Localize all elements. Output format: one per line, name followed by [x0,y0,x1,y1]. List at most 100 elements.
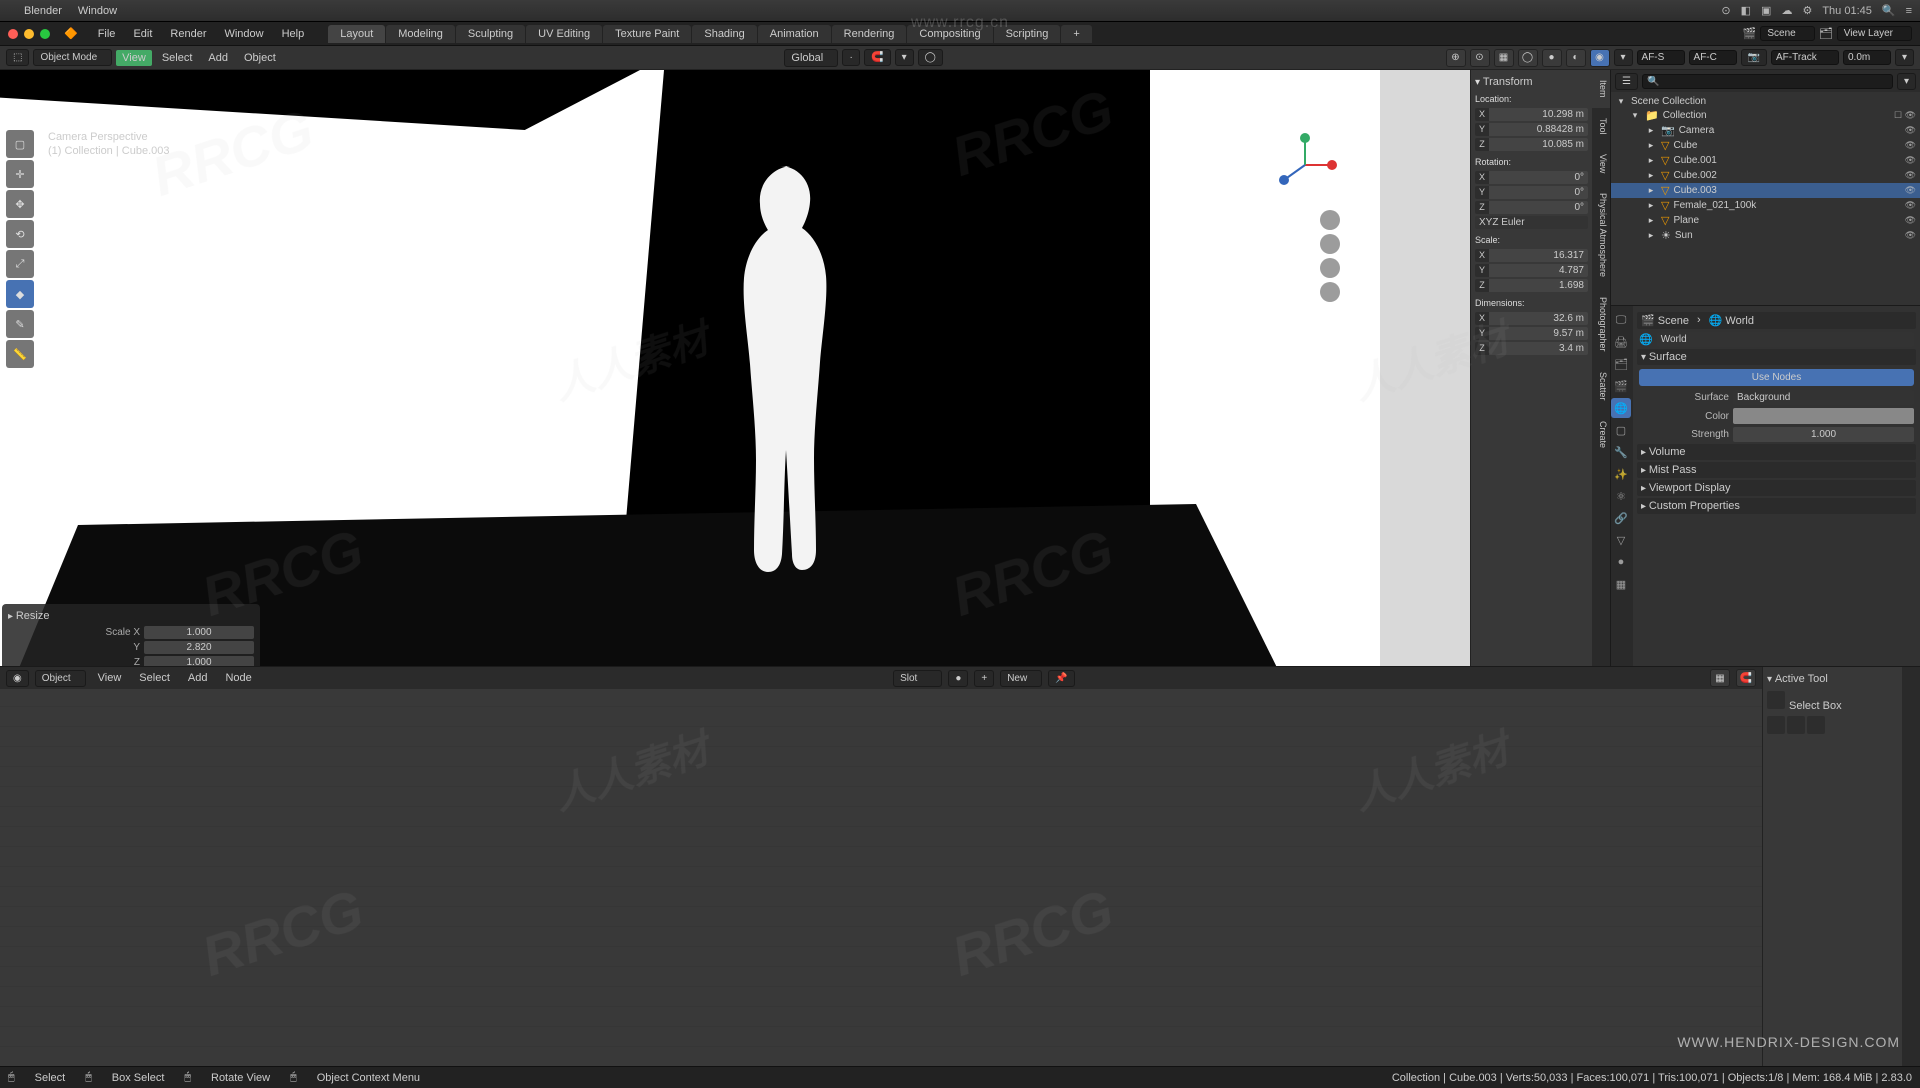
tree-camera[interactable]: ▸📷Camera👁 [1611,123,1920,138]
window-menu[interactable]: Window [216,25,271,43]
scale-x-field[interactable]: 1.000 [144,626,254,639]
zoom-icon[interactable] [1320,210,1340,230]
gizmo-toggle[interactable]: ⊕ [1446,49,1466,67]
scale-z-field-n[interactable]: 1.698 [1489,279,1588,292]
pan-icon[interactable] [1320,234,1340,254]
af-track-field[interactable]: AF-Track [1771,50,1839,65]
tab-uv-editing[interactable]: UV Editing [526,25,602,43]
prop-tab-physics[interactable]: ⚛ [1611,486,1631,506]
outliner-search-input[interactable] [1642,74,1893,89]
status-icon[interactable]: 🔍 [1882,4,1896,17]
file-menu[interactable]: File [90,25,124,43]
node-sidebar-tabs[interactable] [1902,667,1920,1066]
status-icon[interactable]: ☁ [1781,4,1792,17]
rot-x-field[interactable]: 0° [1489,171,1588,184]
scale-tool[interactable]: ⤢ [6,250,34,278]
tab-add[interactable]: + [1061,25,1091,43]
cam-icon[interactable]: 📷 [1741,49,1767,66]
status-icon[interactable]: ◧ [1741,4,1751,17]
prop-tab-scene[interactable]: 🎬 [1611,376,1631,396]
af-c-button[interactable]: AF-C [1689,50,1737,65]
tab-layout[interactable]: Layout [328,25,385,43]
tree-cube003[interactable]: ▸▽Cube.003👁 [1611,183,1920,198]
breadcrumb-scene[interactable]: 🎬 Scene [1641,314,1689,327]
node-add-menu[interactable]: Add [182,670,214,686]
surface-panel-header[interactable]: ▾ Surface [1637,349,1916,365]
prop-tab-modifiers[interactable]: 🔧 [1611,442,1631,462]
strength-field[interactable]: 1.000 [1733,427,1914,442]
dim-x-field[interactable]: 32.6 m [1489,312,1588,325]
cursor-tool[interactable]: ✛ [6,160,34,188]
help-menu[interactable]: Help [274,25,313,43]
shader-editor[interactable]: ◉ Object View Select Add Node Slot ● + N… [0,667,1762,1066]
tree-cube001[interactable]: ▸▽Cube.001👁 [1611,153,1920,168]
node-snap-icon[interactable]: 🧲 [1736,669,1756,687]
custom-props-header[interactable]: ▸ Custom Properties [1637,498,1916,514]
prop-tab-material[interactable]: ● [1611,552,1631,572]
af-s-button[interactable]: AF-S [1637,50,1685,65]
scale-y-field[interactable]: 2.820 [144,641,254,654]
prop-tab-texture[interactable]: ▦ [1611,574,1631,594]
tab-texture-paint[interactable]: Texture Paint [603,25,691,43]
rot-y-field[interactable]: 0° [1489,186,1588,199]
prop-tab-data[interactable]: ▽ [1611,530,1631,550]
navigation-gizmo[interactable] [1270,130,1340,200]
material-new-button[interactable]: New [1000,670,1042,687]
shader-editor-type[interactable]: ◉ [6,670,29,687]
viewlayer-selector[interactable]: View Layer [1837,26,1912,41]
prop-tab-object[interactable]: ▢ [1611,420,1631,440]
xray-toggle[interactable]: ▦ [1494,49,1514,67]
tree-plane[interactable]: ▸▽Plane👁 [1611,213,1920,228]
tree-collection[interactable]: ▾📁Collection☐ 👁 [1611,108,1920,123]
outliner-type-dropdown[interactable]: ☰ [1615,73,1638,90]
dim-z-field[interactable]: 3.4 m [1489,342,1588,355]
mode-dropdown[interactable]: Object Mode [33,49,112,66]
edit-menu[interactable]: Edit [125,25,160,43]
ntab-scatter[interactable]: Scatter [1592,362,1610,411]
loc-z-field[interactable]: 10.085 m [1489,138,1588,151]
select-mode-2[interactable] [1787,716,1805,734]
proportional-toggle[interactable]: ◯ [918,49,943,66]
mist-panel-header[interactable]: ▸ Mist Pass [1637,462,1916,478]
breadcrumb-world[interactable]: 🌐 World [1709,314,1754,327]
ortho-toggle-icon[interactable] [1320,282,1340,302]
shading-wireframe[interactable]: ◯ [1518,49,1538,67]
transform-header[interactable]: ▾ Transform [1475,74,1588,90]
measure-tool[interactable]: 📏 [6,340,34,368]
status-icon[interactable]: ⚙ [1802,4,1812,17]
mac-window-menu[interactable]: Window [78,5,117,17]
rotate-tool[interactable]: ⟲ [6,220,34,248]
prop-tab-render[interactable]: 🖵 [1611,310,1631,330]
tab-rendering[interactable]: Rendering [832,25,907,43]
add-menu[interactable]: Add [202,50,234,66]
scale-x-field-n[interactable]: 16.317 [1489,249,1588,262]
filter-button[interactable]: ▾ [1895,49,1914,66]
overlays-toggle[interactable]: ⊙ [1470,49,1490,67]
prop-tab-constraints[interactable]: 🔗 [1611,508,1631,528]
status-icon[interactable]: ≡ [1906,5,1912,17]
prop-tab-output[interactable]: 🖨 [1611,332,1631,352]
3d-viewport[interactable]: ▢ ✛ ✥ ⟲ ⤢ ◆ ✎ 📏 Camera Perspective (1) C… [0,70,1470,666]
outliner-tree[interactable]: ▾Scene Collection ▾📁Collection☐ 👁 ▸📷Came… [1611,92,1920,305]
scale-z-field[interactable]: 1.000 [144,656,254,666]
world-datablock[interactable]: World [1657,332,1914,347]
view-menu[interactable]: View [116,50,152,66]
maximize-window-button[interactable] [40,29,50,39]
loc-x-field[interactable]: 10.298 m [1489,108,1588,121]
render-menu[interactable]: Render [162,25,214,43]
tree-female[interactable]: ▸▽Female_021_100k👁 [1611,198,1920,213]
select-mode-3[interactable] [1807,716,1825,734]
shading-rendered[interactable]: ◉ [1590,49,1610,67]
surface-value[interactable]: Background [1733,390,1914,405]
color-swatch[interactable] [1733,408,1914,424]
node-node-menu[interactable]: Node [219,670,257,686]
node-canvas[interactable] [0,689,1762,1066]
material-slot-dropdown[interactable]: Slot [893,670,942,687]
select-menu[interactable]: Select [156,50,199,66]
dim-y-field[interactable]: 9.57 m [1489,327,1588,340]
focus-distance-field[interactable]: 0.0m [1843,50,1891,65]
select-mode-1[interactable] [1767,716,1785,734]
tab-animation[interactable]: Animation [758,25,831,43]
close-window-button[interactable] [8,29,18,39]
loc-y-field[interactable]: 0.88428 m [1489,123,1588,136]
